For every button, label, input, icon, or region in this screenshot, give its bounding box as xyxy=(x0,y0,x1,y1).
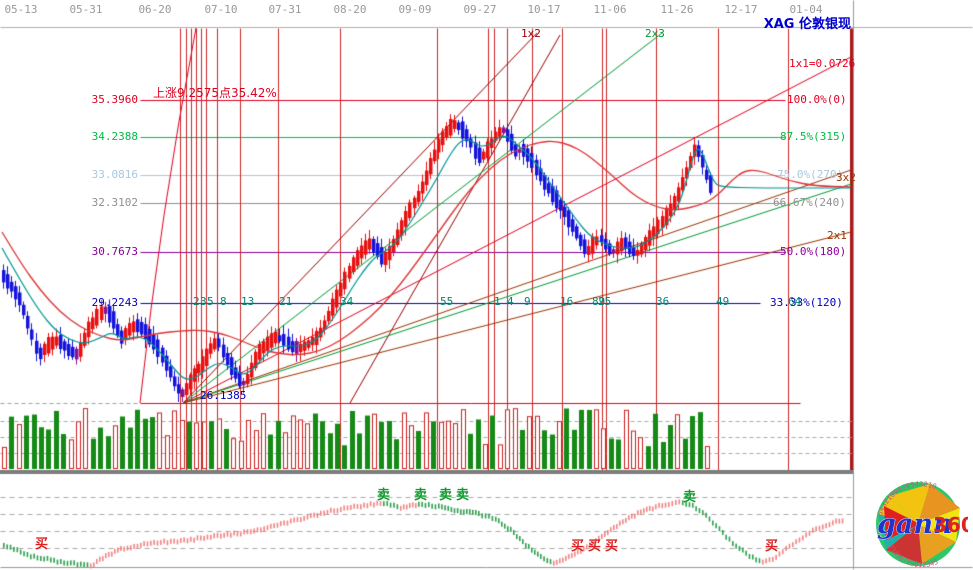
chart-canvas[interactable] xyxy=(0,0,973,570)
trading-app-window: { "window": {"bg": "#ffffff", "border_co… xyxy=(0,0,973,570)
logo-text-360: 360 xyxy=(933,513,968,537)
gann360-logo: 5432109876543210 23456789012345 gann 360 xyxy=(872,480,968,568)
